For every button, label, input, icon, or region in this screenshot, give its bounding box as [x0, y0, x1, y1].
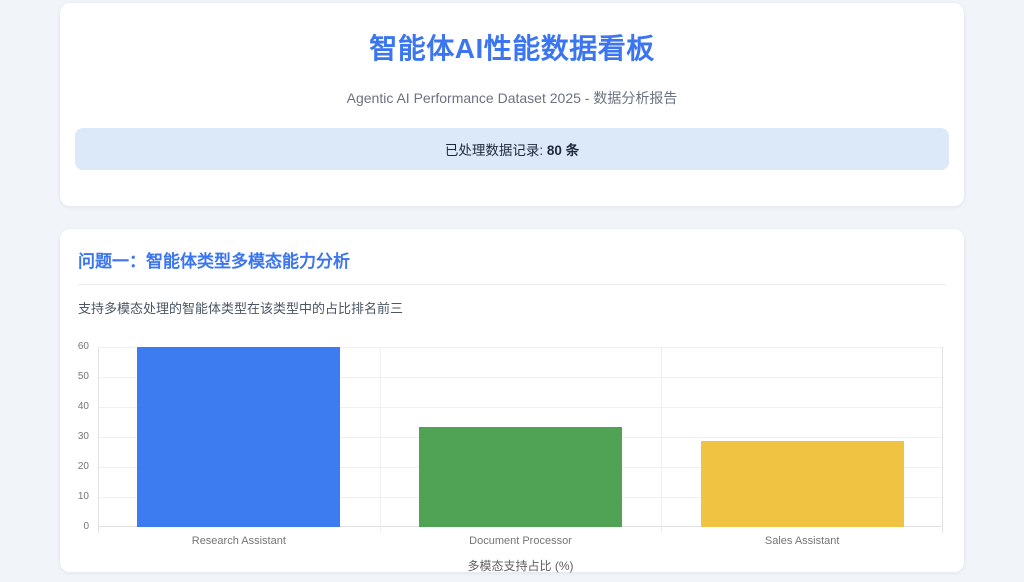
y-tick-label: 10: [77, 491, 89, 502]
badge-label: 已处理数据记录:: [444, 143, 544, 158]
gridline-vertical: [942, 347, 943, 533]
badge-unit: 条: [565, 143, 580, 158]
x-category-label: Sales Assistant: [764, 535, 840, 547]
page: 智能体AI性能数据看板 Agentic AI Performance Datas…: [60, 0, 964, 573]
chart-bar: [419, 427, 622, 527]
question-description: 支持多模态处理的智能体类型在该类型中的占比排名前三: [78, 301, 404, 316]
gridline-vertical: [379, 347, 381, 533]
question-heading: 问题一：智能体类型多模态能力分析: [78, 247, 946, 285]
y-tick-label: 30: [77, 431, 89, 442]
x-category-label: Research Assistant: [191, 535, 286, 547]
y-tick-label: 20: [77, 461, 89, 472]
y-tick-label: 0: [83, 521, 89, 532]
y-tick-label: 60: [77, 341, 89, 352]
gridline-vertical: [661, 347, 663, 533]
processed-records-badge: 已处理数据记录: 80 条: [75, 128, 949, 170]
chart-x-axis-title: 多模态支持占比 (%): [467, 559, 574, 573]
page-subtitle: Agentic AI Performance Dataset 2025 - 数据…: [346, 90, 678, 106]
chart-plot-area: [98, 347, 943, 533]
page-title: 智能体AI性能数据看板: [369, 33, 655, 64]
question-card: 问题一：智能体类型多模态能力分析 支持多模态处理的智能体类型在该类型中的占比排名…: [60, 229, 964, 573]
badge-count: 80: [546, 143, 562, 158]
chart-bar: [137, 347, 341, 527]
chart-bar: [700, 441, 904, 527]
chart-y-axis: 0 10 20 30 40 50 60: [77, 342, 98, 532]
chart-x-labels: Research Assistant Document Processor Sale…: [98, 535, 943, 549]
x-category-label: Document Processor: [469, 535, 572, 547]
y-tick-label: 40: [77, 401, 89, 412]
header-card: 智能体AI性能数据看板 Agentic AI Performance Datas…: [60, 3, 964, 206]
bar-chart: 0 10 20 30 40 50 60 Research Assistant Document…: [77, 342, 946, 582]
y-tick-label: 50: [77, 371, 89, 382]
gridline-vertical: [98, 347, 99, 533]
